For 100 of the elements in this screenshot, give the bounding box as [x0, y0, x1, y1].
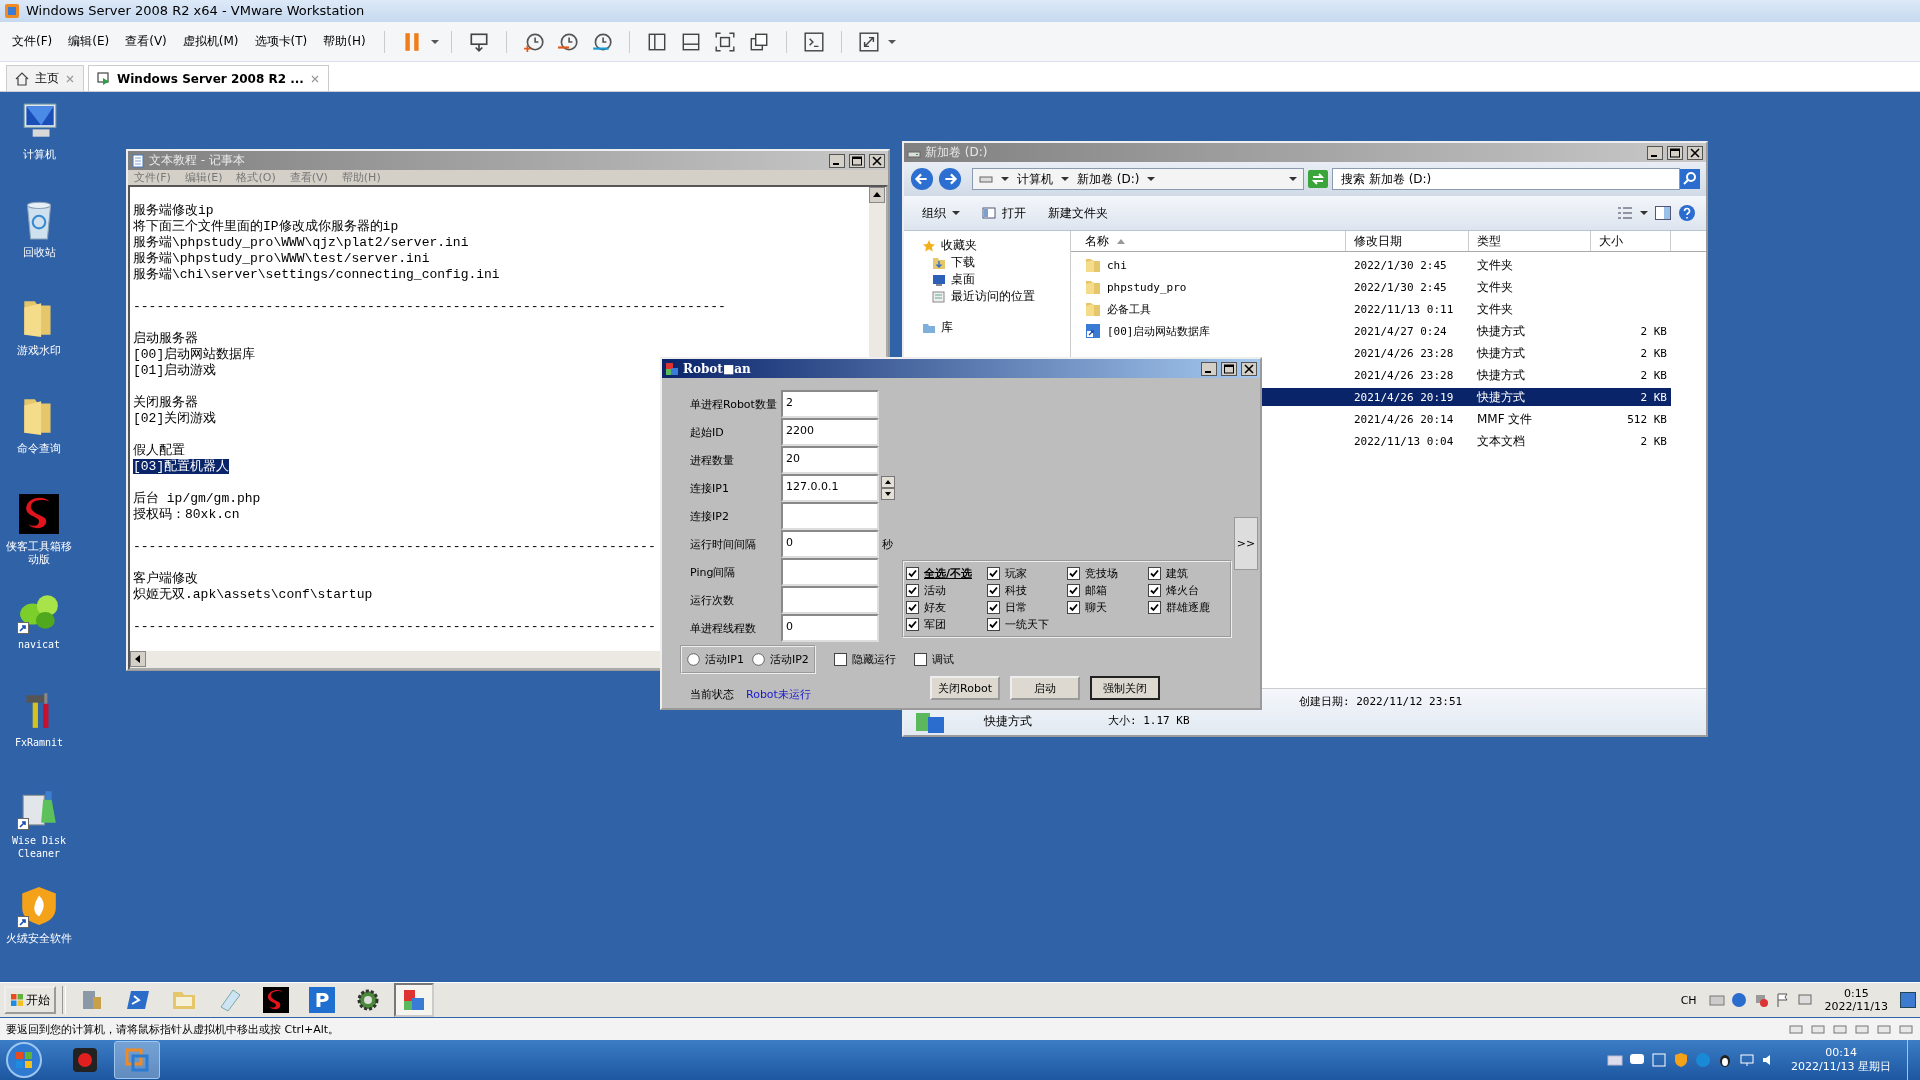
- help-icon[interactable]: [1730, 992, 1747, 1009]
- keyboard-icon[interactable]: [1607, 1052, 1624, 1068]
- scroll-up-button[interactable]: [869, 187, 885, 204]
- maximize-button[interactable]: [849, 153, 865, 168]
- close-icon[interactable]: [65, 73, 75, 84]
- file-row[interactable]: phpstudy_pro 2022/1/30 2:45 文件夹: [1071, 278, 1671, 297]
- taskbar-button[interactable]: P: [302, 983, 342, 1018]
- tab[interactable]: Windows Server 2008 R2 ...: [88, 65, 329, 92]
- refresh-button[interactable]: [1308, 170, 1328, 189]
- forward-button[interactable]: [938, 167, 962, 192]
- checkbox[interactable]: [986, 618, 1000, 632]
- file-row[interactable]: 2021/4/26 23:28 快捷方式 2 KB: [1071, 344, 1671, 363]
- search-icon[interactable]: [1680, 169, 1700, 190]
- caret-icon[interactable]: [1061, 175, 1069, 184]
- input-field[interactable]: [781, 586, 879, 615]
- checkbox[interactable]: [906, 584, 919, 598]
- minimize-button[interactable]: [1201, 361, 1217, 376]
- toolbar-button[interactable]: 新建文件夹: [1040, 202, 1116, 224]
- checkbox[interactable]: [906, 601, 919, 615]
- language-indicator[interactable]: CH: [1680, 993, 1697, 1007]
- menu-item[interactable]: 选项卡(T): [248, 29, 314, 55]
- maximize-button[interactable]: [1667, 145, 1683, 160]
- clock-time[interactable]: 00:14: [1825, 1046, 1857, 1059]
- dialog-button[interactable]: 启动: [1010, 676, 1080, 701]
- checkbox[interactable]: [1147, 567, 1161, 581]
- clock-date[interactable]: 2022/11/13: [1824, 1000, 1888, 1014]
- caret-icon[interactable]: [1640, 209, 1648, 218]
- start-button[interactable]: [4, 1040, 44, 1080]
- column-header[interactable]: 名称: [1071, 231, 1346, 252]
- address-bar[interactable]: 计算机 新加卷 (D:): [972, 168, 1304, 191]
- network-icon[interactable]: [1739, 1052, 1756, 1068]
- checkbox-label[interactable]: 聊天: [1085, 600, 1107, 616]
- checkbox[interactable]: [986, 584, 1000, 598]
- minimize-button[interactable]: [829, 153, 845, 168]
- dragon-icon[interactable]: [18, 493, 60, 536]
- checkbox-label[interactable]: 调试: [931, 651, 954, 667]
- checkbox-label[interactable]: 竞技场: [1085, 566, 1118, 582]
- scroll-left-button[interactable]: [130, 651, 146, 668]
- input-field[interactable]: [781, 502, 879, 531]
- checkbox-label[interactable]: 群雄逐鹿: [1165, 600, 1210, 616]
- checkbox-label[interactable]: 日常: [1004, 600, 1027, 616]
- search-field[interactable]: 搜索 新加卷 (D:): [1332, 168, 1680, 191]
- breadcrumb-item[interactable]: 新加卷 (D:): [1077, 170, 1140, 188]
- checkbox[interactable]: [1147, 601, 1161, 615]
- input-field[interactable]: [781, 558, 879, 587]
- fullscreen-icon[interactable]: [857, 30, 880, 53]
- fit-screen-icon[interactable]: [713, 30, 736, 53]
- checkbox[interactable]: [1067, 584, 1080, 598]
- caret-icon[interactable]: [887, 37, 896, 46]
- checkbox[interactable]: [833, 652, 847, 666]
- radio-button[interactable]: [687, 652, 700, 666]
- close-icon[interactable]: [309, 73, 320, 84]
- checkbox[interactable]: [906, 618, 919, 632]
- tab[interactable]: 主页: [6, 65, 84, 92]
- toolbar-button[interactable]: 打开: [974, 202, 1034, 224]
- menu-item[interactable]: 查看(V): [119, 29, 173, 55]
- expand-button[interactable]: >>: [1234, 517, 1258, 571]
- radio-label[interactable]: 活动IP2: [769, 651, 809, 667]
- checkbox[interactable]: [1067, 567, 1080, 581]
- close-button[interactable]: [869, 153, 885, 168]
- menu-item[interactable]: 虚拟机(M): [176, 29, 245, 55]
- icon-label[interactable]: FxRamnit: [1, 736, 77, 750]
- file-row[interactable]: chi 2022/1/30 2:45 文件夹: [1071, 256, 1671, 275]
- radio-button[interactable]: [751, 652, 765, 666]
- column-header[interactable]: 修改日期: [1346, 231, 1469, 252]
- checkbox-label[interactable]: 隐藏运行: [851, 651, 896, 667]
- console-icon[interactable]: [802, 30, 825, 53]
- nav-item[interactable]: 收藏夹: [904, 237, 1070, 255]
- input-field[interactable]: 20: [781, 446, 879, 475]
- close-button[interactable]: [1687, 145, 1703, 160]
- flag-icon[interactable]: [1774, 992, 1791, 1009]
- menu-item[interactable]: 帮助(H): [317, 29, 372, 55]
- checkbox[interactable]: [1067, 601, 1080, 615]
- start-button[interactable]: 开始: [4, 986, 56, 1015]
- close-button[interactable]: [1241, 361, 1257, 376]
- dropdown-caret-icon[interactable]: [1289, 175, 1297, 184]
- icon-label[interactable]: navicat: [1, 638, 77, 652]
- checkbox-label[interactable]: 活动: [924, 583, 946, 599]
- checkbox[interactable]: [1147, 584, 1161, 598]
- icon-label[interactable]: Wise Disk Cleaner: [1, 834, 77, 861]
- nav-item[interactable]: 库: [904, 319, 1070, 337]
- clock-time[interactable]: 0:15: [1843, 987, 1869, 1001]
- computer-arrow-icon[interactable]: [467, 30, 490, 53]
- checkbox[interactable]: [913, 652, 927, 666]
- shield-icon[interactable]: [1673, 1052, 1690, 1068]
- checkbox-label[interactable]: 一统天下: [1004, 617, 1049, 633]
- checkbox-label[interactable]: 玩家: [1004, 566, 1027, 582]
- maximize-button[interactable]: [1221, 361, 1237, 376]
- caret-icon[interactable]: [1001, 175, 1009, 184]
- caret-icon[interactable]: [1147, 175, 1156, 184]
- icon-label[interactable]: 火绒安全软件: [1, 932, 77, 946]
- toolbar-button[interactable]: 组织: [914, 202, 968, 224]
- checkbox-label[interactable]: 科技: [1004, 583, 1027, 599]
- dialog-button[interactable]: 强制关闭: [1090, 676, 1160, 701]
- nav-item[interactable]: 下载: [904, 254, 1070, 272]
- minimize-button[interactable]: [1647, 145, 1663, 160]
- input-field[interactable]: 2: [781, 390, 879, 419]
- checkbox-label[interactable]: 建筑: [1165, 566, 1188, 582]
- dialog-button[interactable]: 关闭Robot: [930, 676, 1000, 701]
- back-button[interactable]: [910, 167, 934, 192]
